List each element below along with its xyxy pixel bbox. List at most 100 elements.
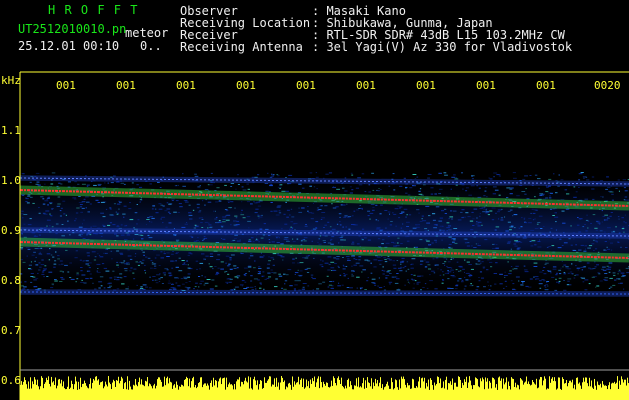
power-bar: [626, 385, 627, 400]
noise-speck: [99, 276, 104, 278]
noise-speck: [290, 221, 294, 223]
power-bar: [516, 387, 517, 400]
noise-speck: [540, 228, 543, 229]
noise-speck: [339, 216, 341, 218]
power-bar: [129, 380, 130, 400]
noise-speck: [139, 186, 143, 188]
noise-speck: [230, 201, 234, 203]
power-bar: [41, 376, 42, 400]
noise-speck: [599, 280, 603, 282]
power-bar: [584, 381, 585, 400]
noise-speck: [224, 184, 227, 186]
noise-speck: [120, 253, 124, 255]
noise-speck: [116, 235, 119, 237]
noise-speck: [469, 275, 472, 277]
noise-speck: [234, 225, 238, 227]
noise-speck: [215, 216, 218, 218]
noise-speck: [32, 276, 36, 278]
noise-speck: [479, 271, 483, 273]
noise-speck: [363, 237, 367, 239]
power-bar: [57, 385, 58, 400]
noise-speck: [260, 283, 262, 285]
power-bar: [220, 377, 221, 400]
noise-speck: [342, 257, 344, 258]
noise-speck: [435, 241, 437, 243]
noise-speck: [215, 272, 220, 274]
noise-speck: [515, 241, 520, 243]
noise-speck: [187, 273, 191, 275]
noise-speck: [530, 230, 535, 231]
noise-speck: [160, 204, 163, 206]
noise-speck: [234, 207, 236, 209]
noise-speck: [534, 174, 538, 176]
noise-speck: [117, 266, 119, 268]
noise-speck: [271, 272, 274, 273]
noise-speck: [471, 175, 475, 177]
noise-speck: [578, 173, 583, 175]
noise-speck: [119, 252, 123, 254]
power-bar: [300, 379, 301, 400]
noise-speck: [592, 214, 596, 216]
power-bar: [541, 377, 542, 400]
noise-speck: [248, 257, 251, 259]
noise-speck: [307, 255, 311, 256]
noise-speck: [310, 274, 314, 276]
power-bar: [474, 385, 475, 400]
noise-speck: [229, 259, 232, 261]
noise-speck: [531, 240, 536, 242]
noise-speck: [255, 208, 259, 210]
noise-speck: [582, 226, 585, 228]
noise-speck: [513, 243, 517, 245]
noise-speck: [85, 278, 89, 280]
noise-speck: [74, 181, 77, 183]
power-bar: [426, 382, 427, 400]
noise-speck: [551, 276, 555, 278]
noise-speck: [499, 174, 501, 176]
noise-speck: [225, 219, 230, 221]
power-bar: [554, 377, 555, 400]
y-tick-label: 0.7: [1, 324, 21, 337]
power-bar: [375, 378, 376, 400]
noise-speck: [116, 288, 120, 290]
power-bar: [381, 388, 382, 400]
noise-speck: [222, 221, 226, 223]
power-bar: [439, 383, 440, 400]
noise-speck: [375, 219, 378, 221]
noise-speck: [145, 256, 148, 258]
noise-speck: [405, 192, 408, 194]
power-bar: [23, 381, 24, 400]
noise-speck: [320, 205, 323, 207]
noise-speck: [156, 274, 160, 276]
noise-speck: [560, 267, 562, 269]
power-bar: [77, 389, 78, 400]
noise-speck: [447, 288, 451, 289]
noise-speck: [280, 243, 284, 245]
noise-speck: [424, 266, 428, 268]
noise-speck: [181, 260, 185, 261]
noise-speck: [491, 219, 495, 221]
noise-speck: [160, 277, 163, 279]
noise-speck: [584, 279, 589, 281]
noise-speck: [172, 283, 174, 285]
noise-speck: [246, 201, 251, 203]
noise-speck: [478, 280, 481, 282]
power-bar: [477, 379, 478, 400]
noise-speck: [514, 268, 518, 270]
power-bar: [350, 381, 351, 400]
noise-speck: [239, 284, 244, 286]
noise-speck: [369, 260, 371, 262]
noise-speck: [123, 260, 126, 262]
noise-speck: [602, 266, 606, 268]
noise-speck: [258, 266, 261, 268]
noise-speck: [374, 284, 377, 286]
noise-speck: [571, 263, 573, 265]
power-bar: [588, 386, 589, 400]
power-bar: [560, 388, 561, 400]
noise-speck: [269, 176, 273, 178]
power-bar: [498, 377, 499, 400]
noise-speck: [172, 288, 177, 290]
power-bar: [131, 389, 132, 400]
noise-speck: [144, 272, 147, 274]
power-bar: [189, 378, 190, 400]
power-bar: [549, 376, 550, 400]
